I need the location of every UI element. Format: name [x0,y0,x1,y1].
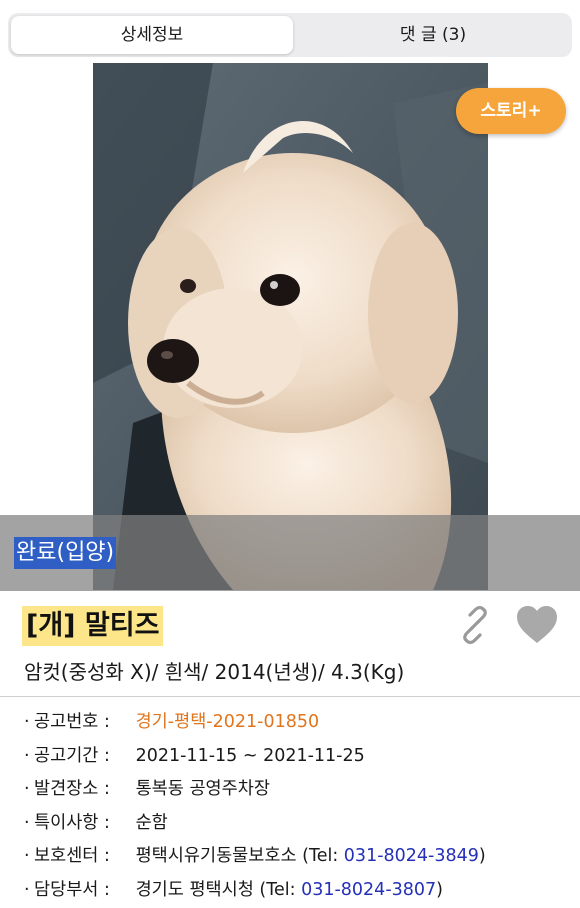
notes-value: 순함 [135,812,168,833]
info-row-notes: · 특이사항 : 순함 [24,807,574,841]
adoption-status-label: 완료(입양) [14,537,117,569]
info-label: · 공고기간 : [24,745,110,766]
animal-photo [93,63,488,590]
divider [0,696,580,697]
info-label: · 보호센터 : [24,846,110,866]
info-row-shelter: · 보호센터 : 평택시유기동물보호소 (Tel: 031-8024-3849) [24,840,574,874]
info-row-found-place: · 발견장소 : 통복동 공영주차장 [24,773,574,807]
info-label: · 발견장소 : [24,779,110,799]
department-phone-link[interactable]: 031-8024-3807 [301,880,436,900]
department-name: 경기도 평택시청 [135,879,254,900]
link-icon[interactable] [456,606,494,644]
tel-suffix: ) [478,846,486,866]
story-plus-button[interactable]: 스토리+ [456,88,566,134]
tab-details[interactable]: 상세정보 [11,16,293,54]
shelter-phone-link[interactable]: 031-8024-3849 [344,846,479,866]
tab-comments[interactable]: 댓 글 (3) [297,16,569,54]
info-row-notice-number: · 공고번호 : 경기-평택-2021-01850 [24,706,574,740]
animal-title: [개] 말티즈 [22,606,164,646]
segmented-tabs: 상세정보 댓 글 (3) [8,13,572,57]
heart-icon[interactable] [516,605,558,645]
period-value: 2021-11-15 ~ 2021-11-25 [135,745,365,766]
shelter-name: 평택시유기동물보호소 [135,846,297,866]
info-row-period: · 공고기간 : 2021-11-15 ~ 2021-11-25 [24,740,574,774]
found-place-value: 통복동 공영주차장 [135,779,270,799]
tel-prefix: (Tel: [259,879,302,900]
info-label: · 특이사항 : [24,812,110,833]
info-list: · 공고번호 : 경기-평택-2021-01850 · 공고기간 : 2021-11… [24,706,574,907]
info-row-department: · 담당부서 : 경기도 평택시청 (Tel: 031-8024-3807) [24,874,574,908]
animal-description: 암컷(중성화 X)/ 흰색/ 2014(년생)/ 4.3(Kg) [24,660,405,684]
info-label: · 공고번호 : [24,712,110,732]
tel-prefix: (Tel: [302,846,344,866]
tel-suffix: ) [436,879,443,900]
info-label: · 담당부서 : [24,879,110,900]
notice-number-value: 경기-평택-2021-01850 [135,712,320,732]
